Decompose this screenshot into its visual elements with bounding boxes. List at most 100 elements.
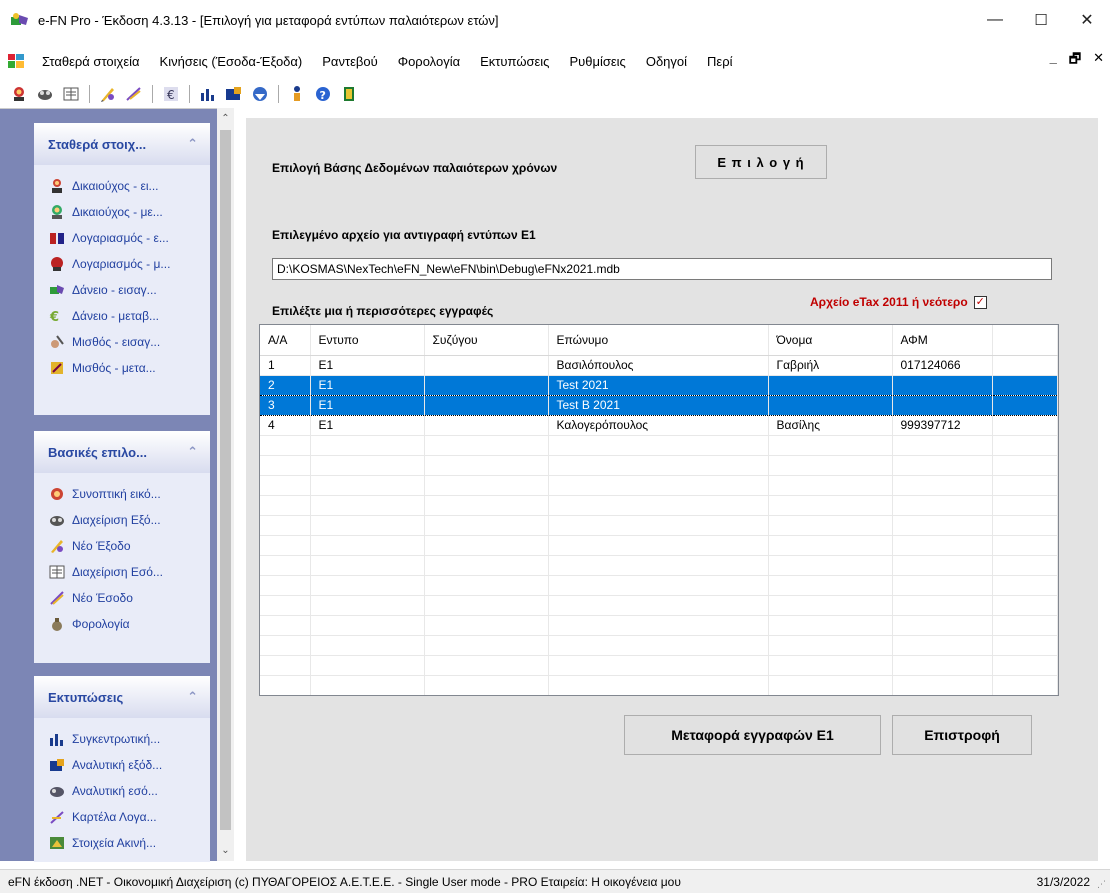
empty-cell <box>310 595 425 616</box>
table-cell: Test 2021 <box>548 375 769 396</box>
file-path-field[interactable]: D:\KOSMAS\NexTech\eFN_New\eFN\bin\Debug\… <box>272 258 1052 280</box>
resize-grip-icon[interactable]: ⋰ <box>1097 879 1106 890</box>
help-icon[interactable]: ? <box>312 83 334 105</box>
sidebar-item-new-expense[interactable]: Νέο Έξοδο <box>34 533 210 559</box>
menu-taxation[interactable]: Φορολογία <box>388 54 470 69</box>
table-row[interactable]: 1 E1 Βασιλόπουλος Γαβριήλ 017124066 <box>260 355 1058 376</box>
new-expense-icon[interactable] <box>97 83 119 105</box>
empty-cell <box>548 455 769 476</box>
table-cell <box>768 395 893 416</box>
mdi-window-icon[interactable] <box>8 54 24 68</box>
exit-icon[interactable] <box>338 83 360 105</box>
column-header-afm[interactable]: ΑΦΜ <box>892 325 993 356</box>
sidebar-item-taxation[interactable]: Φορολογία <box>34 611 210 637</box>
maximize-button[interactable]: ☐ <box>1018 0 1064 40</box>
mdi-minimize-button[interactable]: _ <box>1050 50 1057 72</box>
table-row[interactable]: 2 E1 Test 2021 <box>260 375 1058 396</box>
expenses-manage-icon[interactable] <box>34 83 56 105</box>
sidebar-item-income-report[interactable]: Αναλυτική εσό... <box>34 778 210 804</box>
sidebar-item-property-data[interactable]: Στοιχεία Ακινή... <box>34 830 210 856</box>
back-button[interactable]: Επιστροφή <box>892 715 1032 755</box>
sidebar-item-salary-edit[interactable]: Μισθός - μετα... <box>34 355 210 381</box>
column-header-surname[interactable]: Επώνυμο <box>548 325 769 356</box>
euro-icon[interactable]: € <box>160 83 182 105</box>
table-row[interactable]: 3 E1 Test B 2021 <box>260 395 1058 416</box>
empty-cell <box>424 455 549 476</box>
bar-chart-icon[interactable] <box>197 83 219 105</box>
sidebar-item-beneficiary-insert[interactable]: Δικαιούχος - ει... <box>34 173 210 199</box>
sidebar-item-account-edit[interactable]: Λογαριασμός - μ... <box>34 251 210 277</box>
column-header-aa[interactable]: Α/Α <box>260 325 311 356</box>
sidebar-item-account-card[interactable]: Καρτέλα Λογα... <box>34 804 210 830</box>
sidebar-item-new-income[interactable]: Νέο Έσοδο <box>34 585 210 611</box>
column-header-form[interactable]: Εντυπο <box>310 325 425 356</box>
sidebar-item-aggregate-report[interactable]: Συγκεντρωτική... <box>34 726 210 752</box>
group-header[interactable]: Σταθερά στοιχ... ⌃ <box>34 123 210 165</box>
table-cell: 1 <box>260 355 311 376</box>
empty-cell <box>310 475 425 496</box>
sidebar-item-label: Αναλυτική εσό... <box>72 784 158 798</box>
group-header[interactable]: Βασικές επιλο... ⌃ <box>34 431 210 473</box>
collapse-chevron-icon[interactable]: ⌃ <box>187 689 198 705</box>
grid-header-row: Α/Α Εντυπο Συζύγου Επώνυμο Όνομα ΑΦΜ <box>260 325 1058 356</box>
sidebar-item-expenses-manage[interactable]: Διαχείριση Εξό... <box>34 507 210 533</box>
etax-option[interactable]: Αρχείο eTax 2011 ή νεότερο ✓ <box>810 295 987 309</box>
sidebar-item-summary[interactable]: Συνοπτική εικό... <box>34 481 210 507</box>
expense-report-icon[interactable] <box>223 83 245 105</box>
mdi-close-button[interactable]: ✕ <box>1093 50 1104 72</box>
menu-transactions[interactable]: Κινήσεις (Έσοδα-Έξοδα) <box>150 54 313 69</box>
close-button[interactable]: ✕ <box>1064 0 1110 40</box>
scroll-up-icon[interactable]: ⌃ <box>217 110 234 127</box>
table-cell: 3 <box>260 395 311 416</box>
sidebar-item-loan-edit[interactable]: € Δάνειο - μεταβ... <box>34 303 210 329</box>
sidebar-item-salary-insert[interactable]: Μισθός - εισαγ... <box>34 329 210 355</box>
salary-icon <box>48 334 66 350</box>
transfer-records-button[interactable]: Μεταφορά εγγραφών Ε1 <box>624 715 881 755</box>
sidebar-item-loan-insert[interactable]: Δάνειο - εισαγ... <box>34 277 210 303</box>
empty-cell <box>260 455 311 476</box>
income-manage-icon[interactable] <box>60 83 82 105</box>
empty-cell <box>768 495 893 516</box>
menu-about[interactable]: Περί <box>697 54 742 69</box>
new-income-icon[interactable] <box>123 83 145 105</box>
empty-cell <box>310 435 425 456</box>
records-grid[interactable]: Α/Α Εντυπο Συζύγου Επώνυμο Όνομα ΑΦΜ 1 E1… <box>259 324 1059 696</box>
mdi-restore-button[interactable]: 🗗 <box>1069 50 1081 72</box>
group-header[interactable]: Εκτυπώσεις ⌃ <box>34 676 210 718</box>
empty-row <box>260 635 1058 656</box>
etax-checkbox[interactable]: ✓ <box>973 295 987 309</box>
user-info-icon[interactable] <box>286 83 308 105</box>
sidebar-item-expense-report[interactable]: Αναλυτική εξόδ... <box>34 752 210 778</box>
table-cell: Βασιλόπουλος <box>548 355 769 376</box>
empty-cell <box>992 615 1058 636</box>
select-db-button[interactable]: Ε π ι λ ο γ ή <box>695 145 827 179</box>
sidebar-item-beneficiary-edit[interactable]: Δικαιούχος - με... <box>34 199 210 225</box>
sidebar-item-account-insert[interactable]: Λογαριασμός - ε... <box>34 225 210 251</box>
income-report-icon[interactable] <box>249 83 271 105</box>
empty-cell <box>768 655 893 676</box>
table-row[interactable]: 4 E1 Καλογερόπουλος Βασίλης 999397712 <box>260 415 1058 436</box>
empty-cell <box>992 655 1058 676</box>
menu-settings[interactable]: Ρυθμίσεις <box>559 54 635 69</box>
empty-cell <box>768 595 893 616</box>
menu-prints[interactable]: Εκτυπώσεις <box>470 54 559 69</box>
beneficiary-icon[interactable] <box>8 83 30 105</box>
menu-wizards[interactable]: Οδηγοί <box>636 54 697 69</box>
empty-cell <box>548 475 769 496</box>
menu-fixed-data[interactable]: Σταθερά στοιχεία <box>32 54 150 69</box>
minimize-button[interactable]: — <box>972 0 1018 40</box>
sidebar-item-income-manage[interactable]: Διαχείριση Εσό... <box>34 559 210 585</box>
collapse-chevron-icon[interactable]: ⌃ <box>187 444 198 460</box>
empty-cell <box>992 515 1058 536</box>
column-header-spouse[interactable]: Συζύγου <box>424 325 549 356</box>
column-header-name[interactable]: Όνομα <box>768 325 893 356</box>
sidebar-item-label: Διαχείριση Εσό... <box>72 565 163 579</box>
scroll-down-icon[interactable]: ⌄ <box>217 842 234 859</box>
scroll-thumb[interactable] <box>220 130 231 830</box>
sidebar-item-label: Συγκεντρωτική... <box>72 732 161 746</box>
menu-appointments[interactable]: Ραντεβού <box>312 54 387 69</box>
sidebar-scrollbar[interactable]: ⌃ ⌄ <box>217 108 234 861</box>
sidebar-item-label: Δικαιούχος - ει... <box>72 179 159 193</box>
table-cell <box>424 415 549 436</box>
collapse-chevron-icon[interactable]: ⌃ <box>187 136 198 152</box>
